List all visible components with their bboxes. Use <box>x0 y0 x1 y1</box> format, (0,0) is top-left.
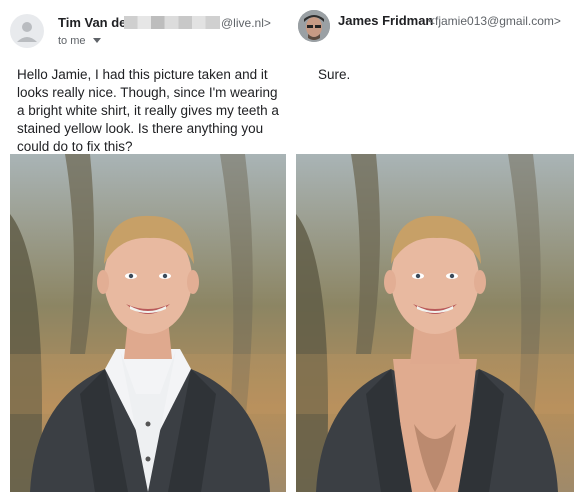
sender-email: @live.nl> <box>221 16 271 30</box>
sender-name[interactable]: Tim Van der <box>58 15 131 30</box>
left-email-panel: Tim Van der @live.nl> to me Hello Jamie,… <box>0 0 290 500</box>
original-photo <box>10 154 286 492</box>
sender-name[interactable]: James Fridman <box>338 13 433 28</box>
default-avatar-icon <box>10 14 44 48</box>
recipient-dropdown[interactable]: to me <box>58 35 101 47</box>
sender-email: <fjamie013@gmail.com> <box>428 14 561 28</box>
right-email-panel: James Fridman <fjamie013@gmail.com> Sure… <box>290 0 582 500</box>
redacted-email-block <box>124 16 220 29</box>
james-fridman-avatar[interactable] <box>298 10 330 42</box>
message-body: Hello Jamie, I had this picture taken an… <box>17 67 279 154</box>
recipient-label: to me <box>58 35 86 47</box>
message-body: Sure. <box>318 67 351 82</box>
chevron-down-icon[interactable] <box>92 35 101 47</box>
edited-photo <box>296 154 574 492</box>
